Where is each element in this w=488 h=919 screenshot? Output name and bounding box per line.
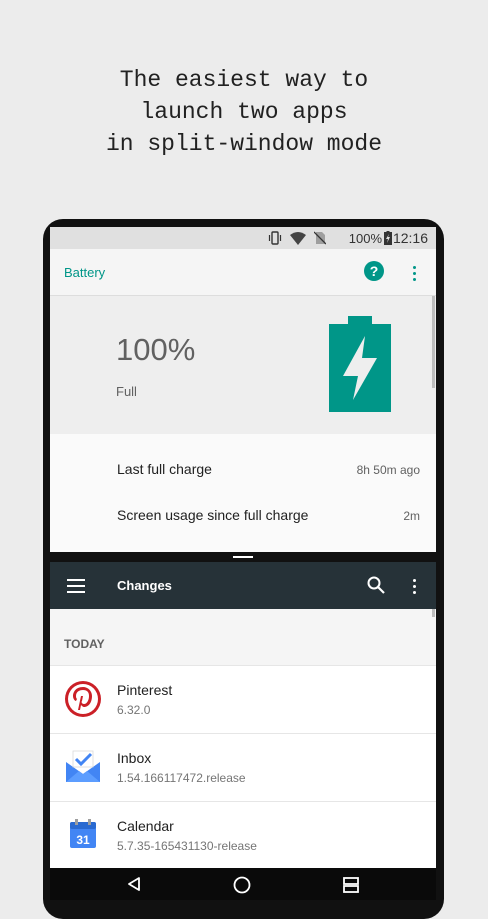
- inbox-icon: [66, 750, 100, 782]
- calendar-icon: 31: [70, 819, 96, 848]
- back-icon[interactable]: [126, 876, 142, 892]
- app-name: Calendar: [117, 818, 174, 834]
- headline-line-3: in split-window mode: [105, 131, 383, 157]
- navigation-bar: [50, 868, 436, 900]
- app-version: 6.32.0: [117, 703, 151, 717]
- recents-icon[interactable]: [342, 876, 360, 894]
- calendar-icon-date: 31: [76, 833, 90, 847]
- app-name: Pinterest: [117, 682, 173, 698]
- list-item-calendar[interactable]: 31 Calendar 5.7.35-165431130-release: [50, 801, 436, 868]
- headline-line-1: The easiest way to: [119, 67, 369, 93]
- home-icon[interactable]: [233, 876, 251, 894]
- app-name: Inbox: [117, 750, 152, 766]
- list-item-inbox[interactable]: Inbox 1.54.166117472.release: [50, 733, 436, 801]
- headline: The easiest way to launch two apps in sp…: [0, 64, 488, 160]
- list-item-pinterest[interactable]: Pinterest 6.32.0: [50, 665, 436, 733]
- changes-list-content: TODAY Pinterest 6.32.0 Inbox 1.54.166117…: [50, 227, 436, 868]
- app-version: 5.7.35-165431130-release: [117, 839, 257, 853]
- app-version: 1.54.166117472.release: [117, 771, 246, 785]
- section-header-today: TODAY: [64, 637, 105, 651]
- pinterest-icon: [65, 681, 101, 717]
- headline-line-2: launch two apps: [140, 99, 348, 125]
